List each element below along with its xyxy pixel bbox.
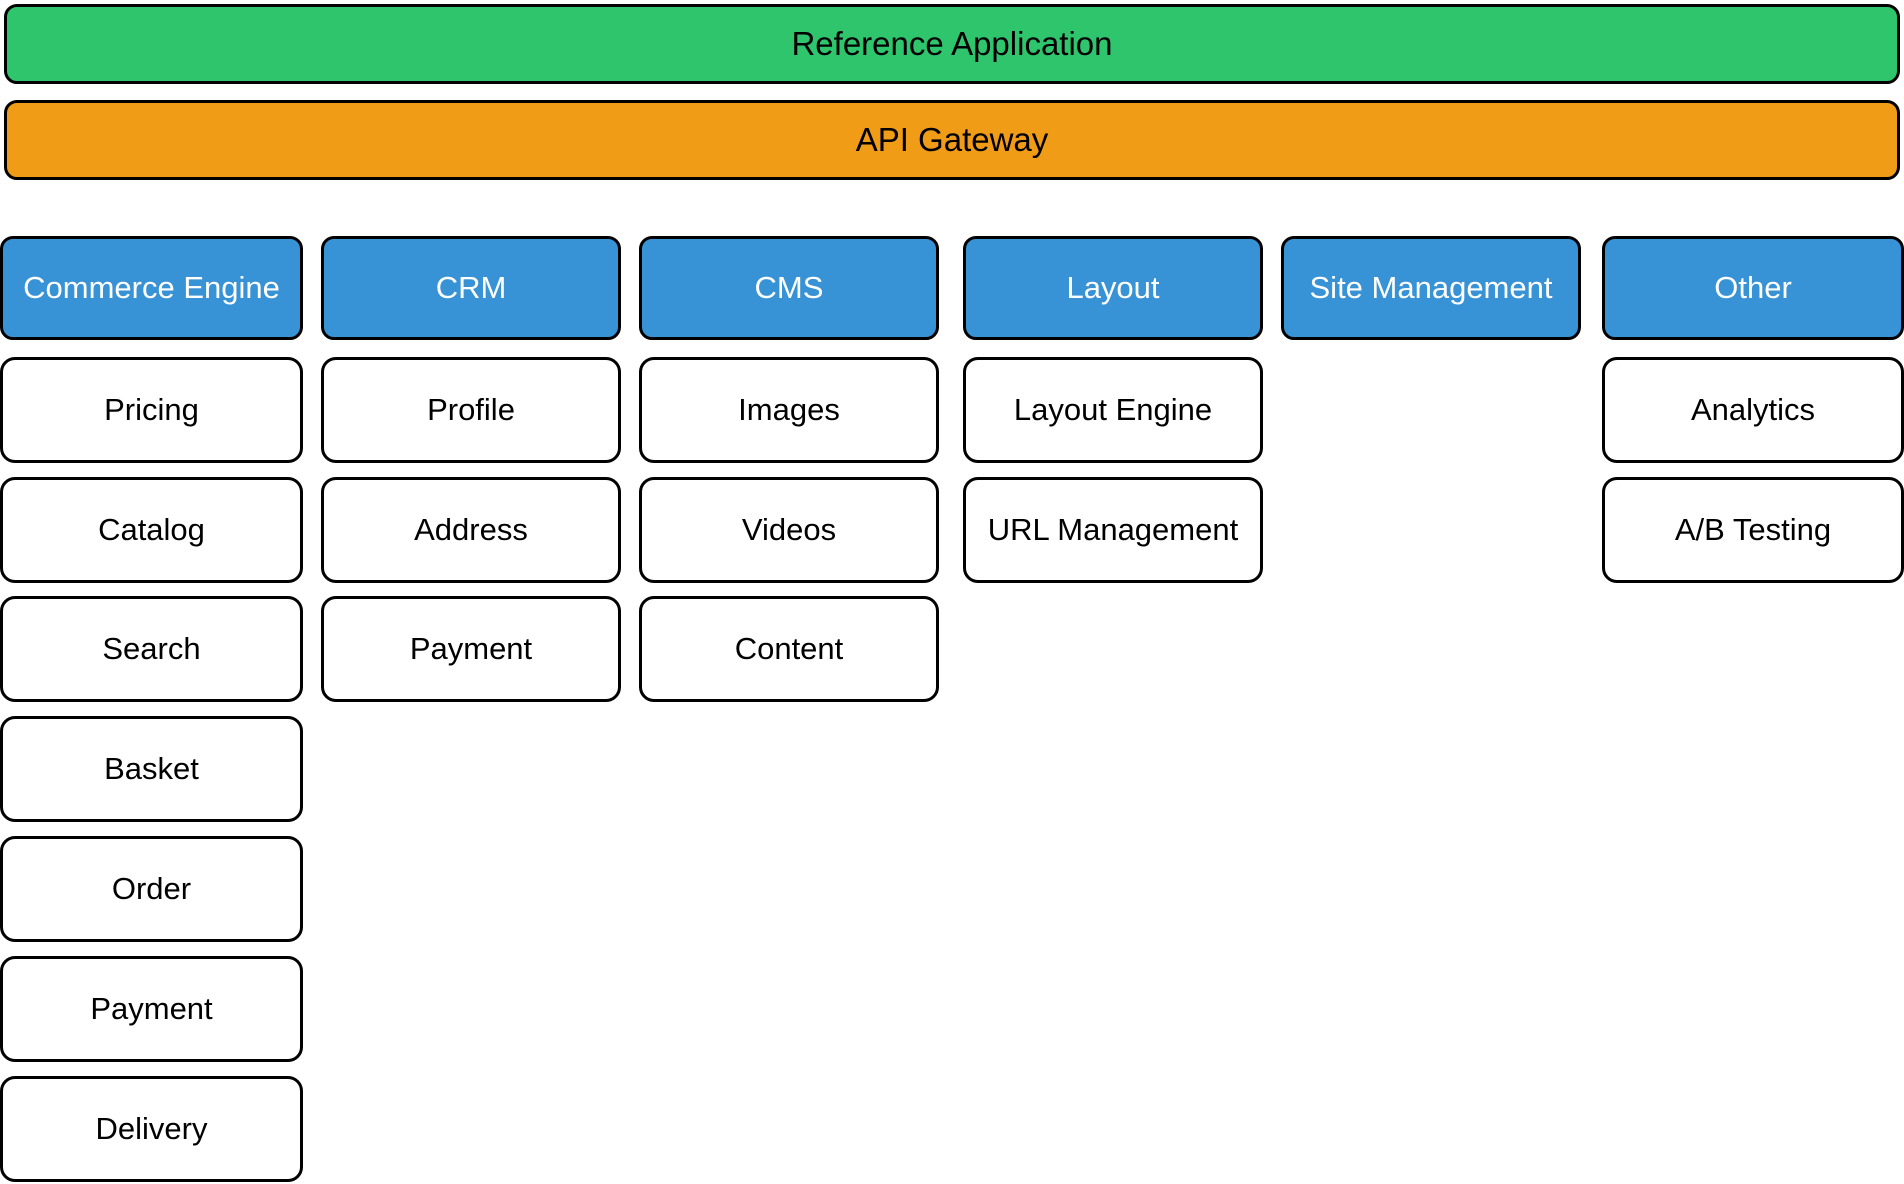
domain-header-layout: Layout xyxy=(963,236,1263,340)
service-cell: Payment xyxy=(0,956,303,1062)
api-gateway-banner: API Gateway xyxy=(4,100,1900,180)
service-cell: A/B Testing xyxy=(1602,477,1904,583)
domain-header-cms: CMS xyxy=(639,236,939,340)
service-cell: Pricing xyxy=(0,357,303,463)
domain-header-site-management: Site Management xyxy=(1281,236,1581,340)
service-cell: Search xyxy=(0,596,303,702)
service-cell: Images xyxy=(639,357,939,463)
domain-header-crm: CRM xyxy=(321,236,621,340)
service-cell: Analytics xyxy=(1602,357,1904,463)
service-cell: URL Management xyxy=(963,477,1263,583)
service-cell: Delivery xyxy=(0,1076,303,1182)
service-cell: Content xyxy=(639,596,939,702)
domain-header-other: Other xyxy=(1602,236,1904,340)
service-cell: Catalog xyxy=(0,477,303,583)
domain-header-commerce-engine: Commerce Engine xyxy=(0,236,303,340)
service-cell: Profile xyxy=(321,357,621,463)
architecture-diagram: Reference Application API Gateway Commer… xyxy=(0,0,1904,1184)
service-cell: Basket xyxy=(0,716,303,822)
service-cell: Address xyxy=(321,477,621,583)
service-cell: Order xyxy=(0,836,303,942)
service-cell: Payment xyxy=(321,596,621,702)
reference-application-banner: Reference Application xyxy=(4,4,1900,84)
service-cell: Videos xyxy=(639,477,939,583)
service-cell: Layout Engine xyxy=(963,357,1263,463)
